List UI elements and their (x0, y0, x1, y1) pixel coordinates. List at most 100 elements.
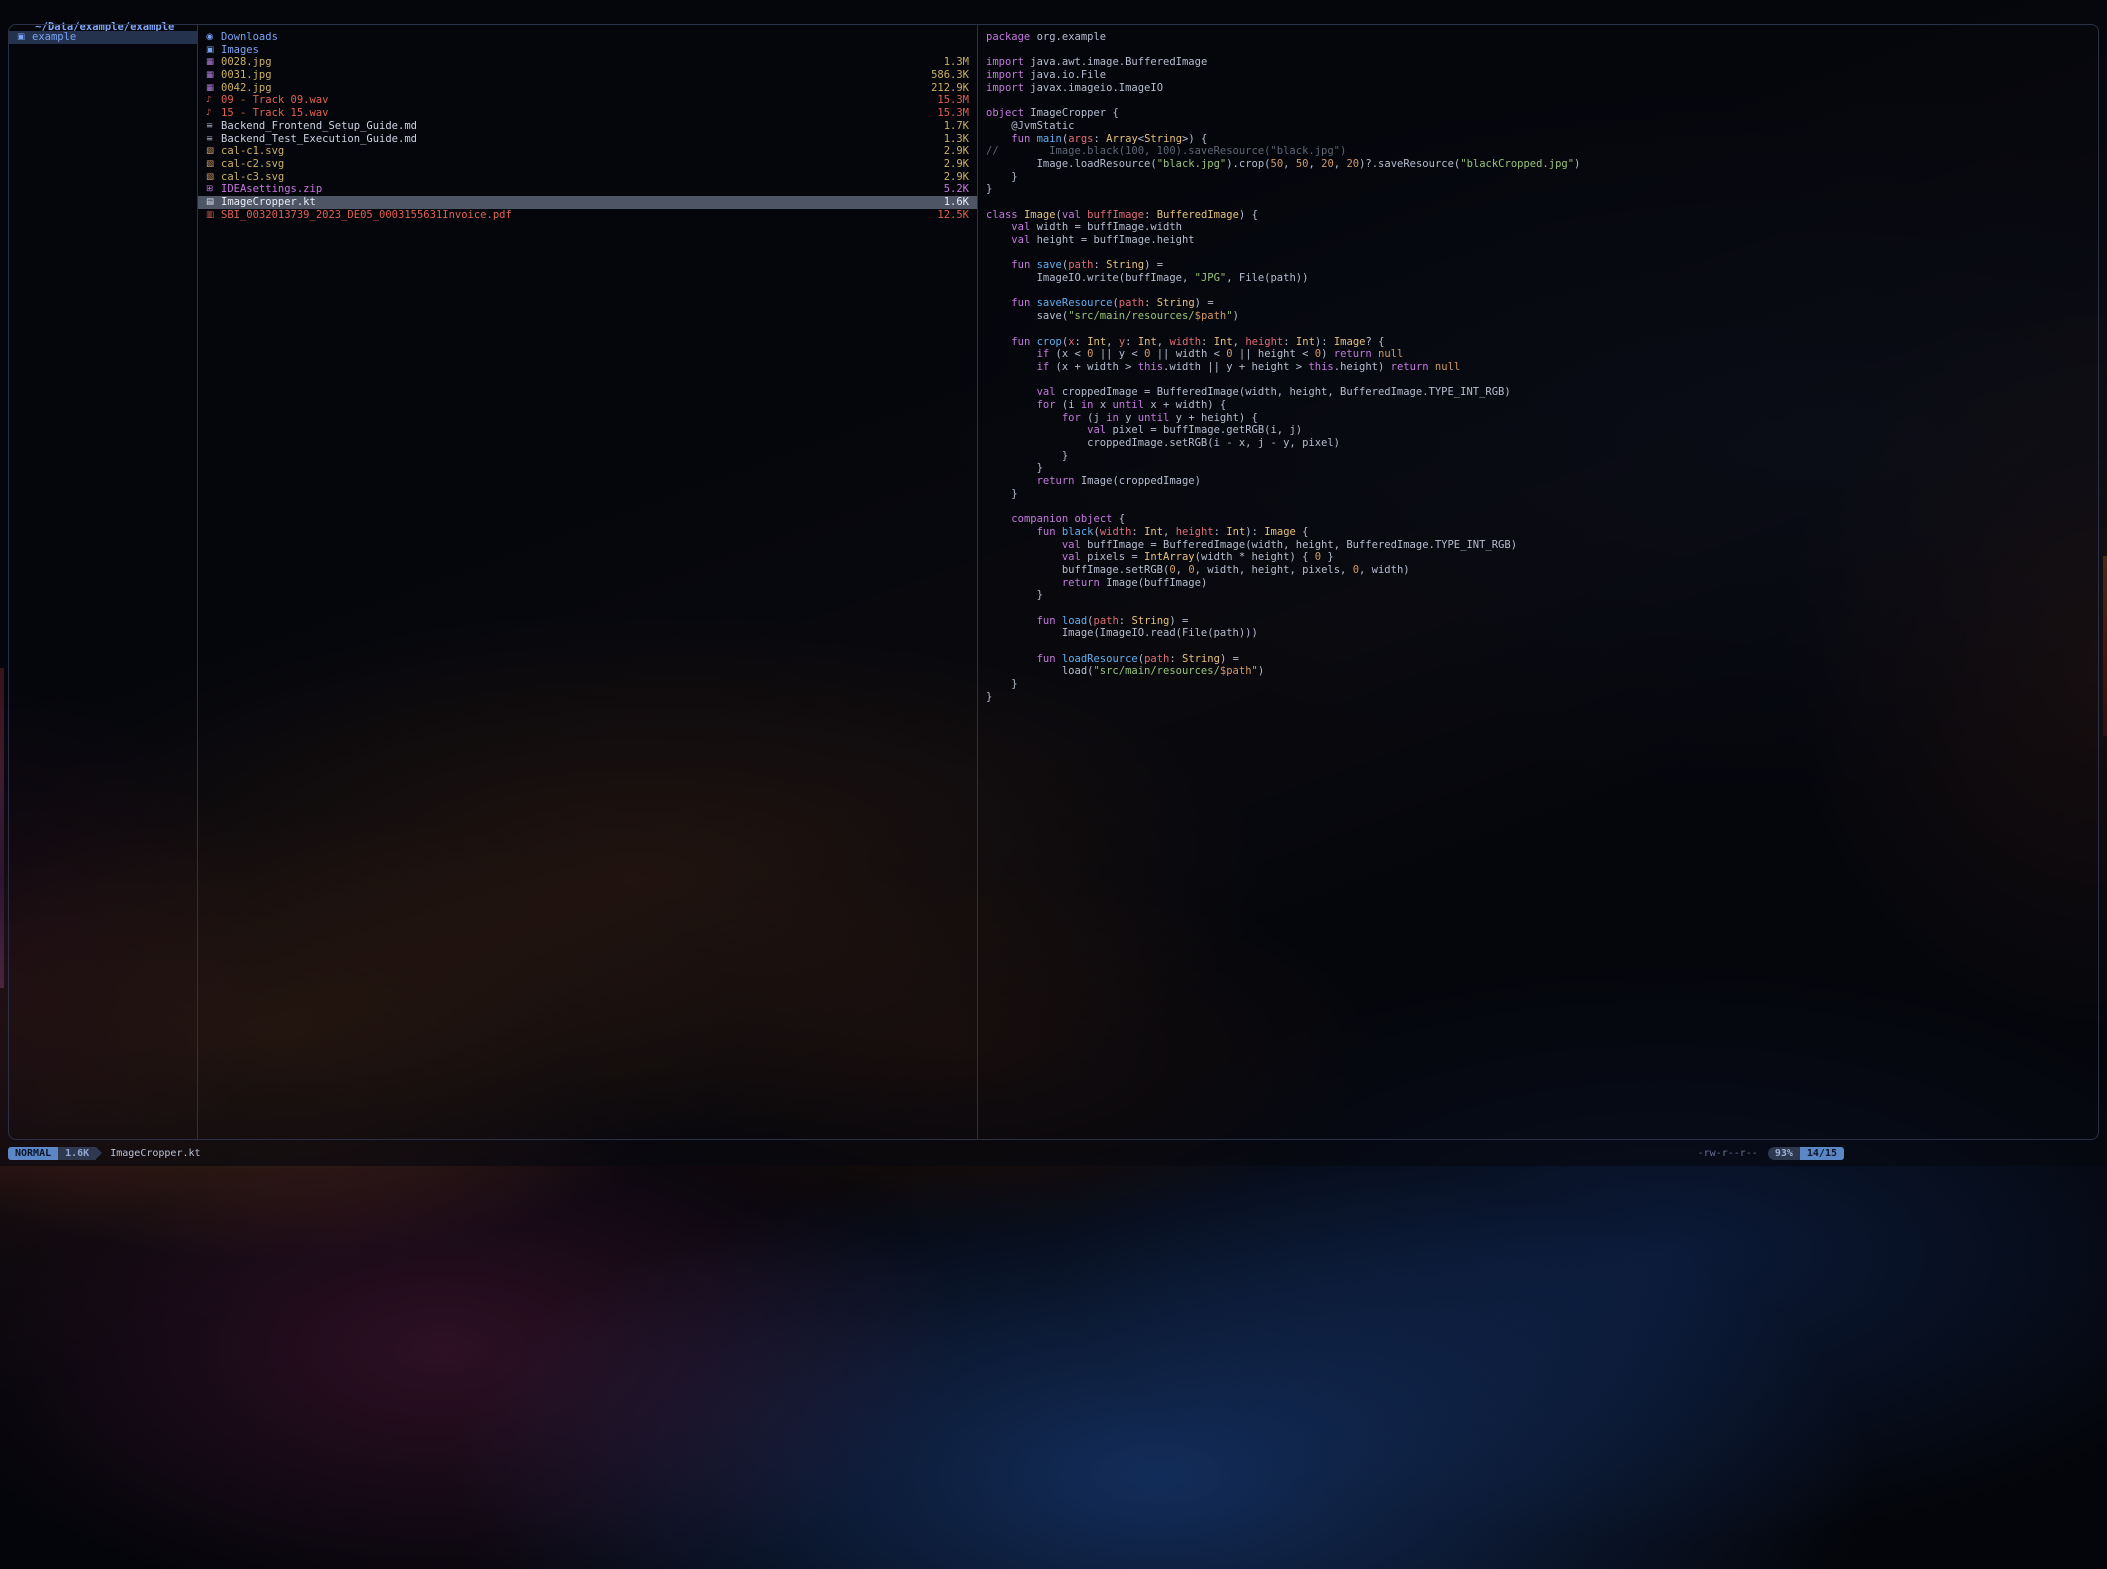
list-item[interactable]: ◉Downloads (198, 31, 977, 44)
code-token: Image (1024, 209, 1056, 221)
code-token: val (1087, 424, 1106, 436)
code-token: package (986, 31, 1030, 43)
code-token: : (1201, 336, 1214, 348)
code-token: pixel = buffImage.getRGB(i, j) (1106, 424, 1302, 436)
code-token: "blackCropped.jpg" (1460, 158, 1574, 170)
code-token: : (1144, 297, 1157, 309)
code-token: height = buffImage.height (1030, 234, 1194, 246)
code-token: , width, height, pixels, (1195, 564, 1353, 576)
code-token: fun (1011, 259, 1030, 271)
code-token: String (1106, 259, 1144, 271)
code-preview: package org.exampleimport java.awt.image… (978, 25, 2098, 1139)
code-token: buffImage = BufferedImage(width, height,… (1081, 539, 1517, 551)
code-token: , width) (1359, 564, 1410, 576)
list-item[interactable]: ♪15 - Track 15.wav15.3M (198, 107, 977, 120)
code-token (986, 399, 1037, 411)
code-token: ) (1233, 310, 1239, 322)
code-line: } (986, 691, 2098, 704)
file-size: 586.3K (931, 69, 969, 82)
list-item[interactable]: ▣Images (198, 44, 977, 57)
code-token: } (986, 462, 1043, 474)
list-item[interactable]: ▥SBI_0032013739_2023_DE05_0003155631Invo… (198, 209, 977, 222)
code-line: croppedImage.setRGB(i - x, j - y, pixel) (986, 437, 2098, 450)
code-token (986, 361, 1037, 373)
code-token: String (1182, 653, 1220, 665)
file-name: Downloads (221, 31, 278, 44)
code-line: } (986, 678, 2098, 691)
list-item[interactable]: ♪09 - Track 09.wav15.3M (198, 94, 977, 107)
code-token: (width * height) { (1195, 551, 1315, 563)
code-token: null (1435, 361, 1460, 373)
code-token: black (1062, 526, 1094, 538)
code-token: } (986, 678, 1018, 690)
list-item[interactable]: ≡Backend_Test_Execution_Guide.md1.3K (198, 133, 977, 146)
code-line (986, 44, 2098, 57)
code-line: buffImage.setRGB(0, 0, width, height, pi… (986, 564, 2098, 577)
code-token: ) (1321, 348, 1334, 360)
powerline-separator-icon (96, 1147, 102, 1159)
code-token: : (1214, 526, 1227, 538)
code-token: "black.jpg" (1157, 158, 1227, 170)
list-item[interactable]: ≡Backend_Frontend_Setup_Guide.md1.7K (198, 120, 977, 133)
code-token: Int (1226, 526, 1245, 538)
code-token (986, 551, 1062, 563)
code-line: fun crop(x: Int, y: Int, width: Int, hei… (986, 336, 2098, 349)
file-size: 1.7K (944, 120, 969, 133)
code-token: ) { (1239, 209, 1258, 221)
code-token: val (1062, 551, 1081, 563)
code-line: fun black(width: Int, height: Int): Imag… (986, 526, 2098, 539)
list-item[interactable]: ▦0028.jpg1.3M (198, 56, 977, 69)
code-token: x (1094, 399, 1113, 411)
code-line: for (j in y until y + height) { (986, 412, 2098, 425)
code-token: } (986, 691, 992, 703)
code-token: ): (1245, 526, 1264, 538)
code-token (986, 297, 1011, 309)
code-token (986, 513, 1011, 525)
code-token: fun (1037, 653, 1056, 665)
code-line: Image.loadResource("black.jpg").crop(50,… (986, 158, 2098, 171)
file-size: 1.3K (944, 133, 969, 146)
code-token (986, 539, 1062, 551)
code-token (986, 412, 1062, 424)
code-token: : (1125, 336, 1138, 348)
file-name: Backend_Test_Execution_Guide.md (221, 133, 417, 146)
parent-dir-item[interactable]: ▣example (9, 31, 197, 44)
code-line: @JvmStatic (986, 120, 2098, 133)
code-token: : (1075, 336, 1088, 348)
status-right-group: -rw-r--r-- 93% 14/15 (1698, 1147, 1844, 1160)
code-token (986, 133, 1011, 145)
code-line: fun saveResource(path: String) = (986, 297, 2098, 310)
file-permissions: -rw-r--r-- (1698, 1147, 1758, 1160)
code-token: } (986, 450, 1068, 462)
list-item[interactable]: ▤ImageCropper.kt1.6K (198, 196, 977, 209)
markdown-file-icon: ≡ (206, 120, 221, 133)
status-left-group: NORMAL 1.6K ImageCropper.kt (8, 1147, 201, 1160)
code-token: saveResource (1037, 297, 1113, 309)
code-token: javax.imageio.ImageIO (1024, 82, 1163, 94)
code-line: val buffImage = BufferedImage(width, hei… (986, 539, 2098, 552)
code-token: ImageCropper { (1024, 107, 1119, 119)
code-token: // Image.black(100, 100).saveResource("b… (986, 145, 1346, 157)
list-item[interactable]: ▦0031.jpg586.3K (198, 69, 977, 82)
code-token: ) = (1195, 297, 1214, 309)
scroll-percentage-badge: 93% (1768, 1147, 1800, 1160)
code-line (986, 602, 2098, 615)
list-item[interactable]: ▧cal-c3.svg2.9K (198, 171, 977, 184)
list-item[interactable]: ⊞IDEAsettings.zip5.2K (198, 183, 977, 196)
code-token: (x < (1049, 348, 1087, 360)
code-token: , (1308, 158, 1321, 170)
file-name: 0028.jpg (221, 56, 272, 69)
list-item[interactable]: ▦0042.jpg212.9K (198, 82, 977, 95)
file-size: 2.9K (944, 158, 969, 171)
file-name: cal-c2.svg (221, 158, 284, 171)
list-item[interactable]: ▧cal-c2.svg2.9K (198, 158, 977, 171)
list-item[interactable]: ▧cal-c1.svg2.9K (198, 145, 977, 158)
code-token: return (1334, 348, 1372, 360)
code-token: if (1037, 348, 1050, 360)
code-token: croppedImage.setRGB(i - x, j - y, pixel) (986, 437, 1340, 449)
code-token: width (1169, 336, 1201, 348)
file-size: 15.3M (937, 107, 969, 120)
code-line: fun main(args: Array<String>) { (986, 133, 2098, 146)
code-token: path (1094, 615, 1119, 627)
code-line: save("src/main/resources/$path") (986, 310, 2098, 323)
